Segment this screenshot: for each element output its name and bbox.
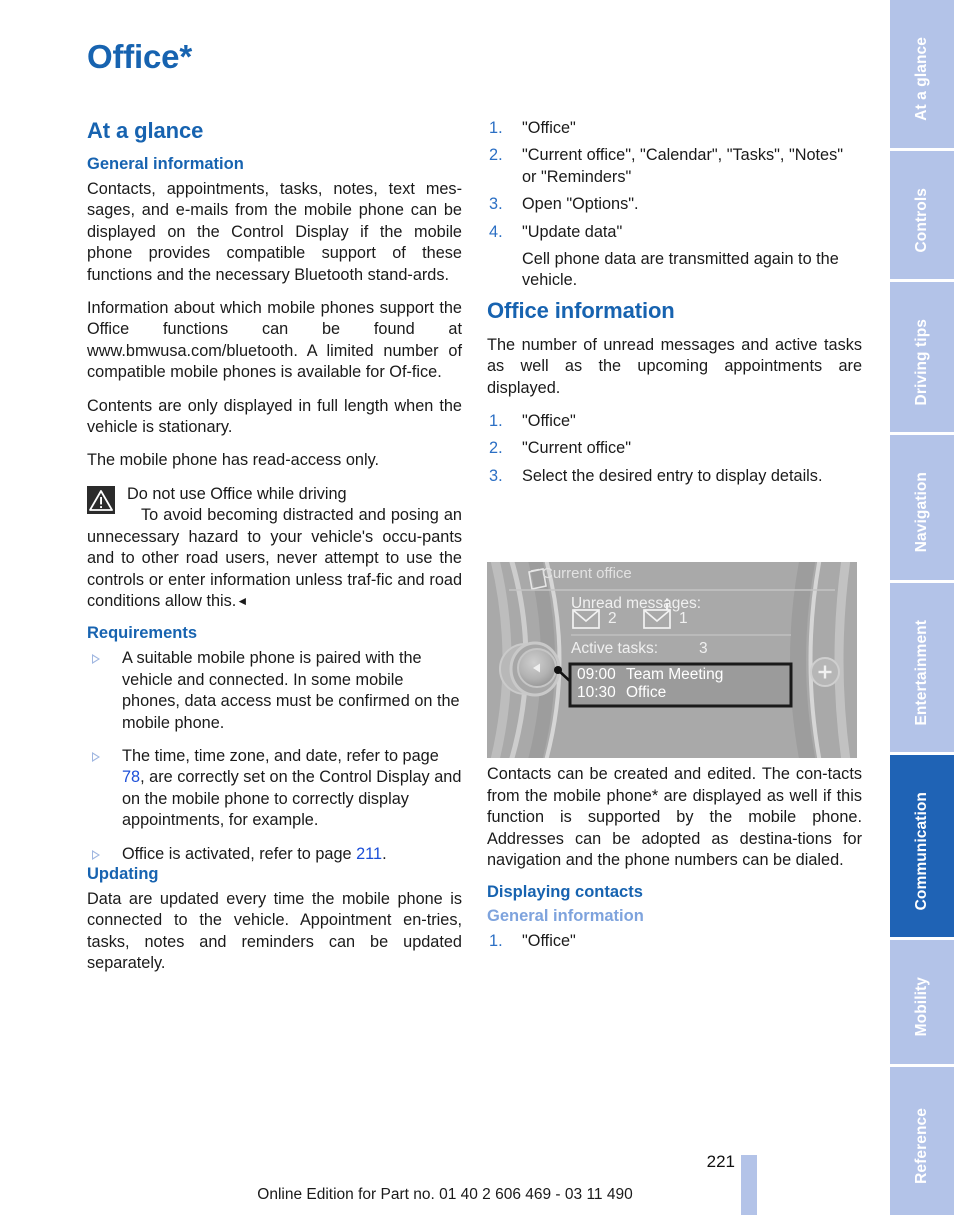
updating-step-item: Cell phone data are transmitted again to…: [522, 250, 839, 290]
updating-step-item: "Current office", "Calendar", "Tasks", "…: [489, 145, 844, 186]
subsection-heading-requirements: Requirements: [87, 624, 198, 643]
updating-step-item: Open "Options".: [489, 194, 639, 216]
display-appointment-title-0: Team Meeting: [626, 666, 724, 683]
sidebar-tab-mobility[interactable]: Mobility: [890, 940, 954, 1064]
paragraph-contacts: Contacts can be created and edited. The …: [487, 765, 862, 869]
section-heading-at-a-glance: At a glance: [87, 118, 204, 143]
subsection-heading-general-information: General information: [87, 155, 244, 173]
warning-block: Do not use Office while driving To avoid…: [87, 484, 462, 612]
warning-body: To avoid becoming distracted and posing …: [87, 505, 462, 612]
sidebar-tab-label: Reference: [913, 1107, 931, 1184]
office-information-step-item: Select the desired entry to display deta…: [489, 466, 823, 488]
triangle-bullet-icon: [92, 751, 100, 762]
display-active-tasks-count: 3: [699, 640, 708, 657]
requirement-text-after: , are correctly set on the Control Displ…: [122, 768, 462, 830]
updating-step-item: "Update data": [489, 222, 623, 244]
idrive-display-figure: Current office Unread messages: 2 1 Acti…: [487, 562, 857, 758]
chapter-tabs-sidebar: At a glance Controls Driving tips Navigatio…: [890, 0, 954, 1215]
paragraph-general-3: Contents are only displayed in full leng…: [87, 396, 462, 437]
subsection-heading-updating: Updating: [87, 864, 159, 883]
sidebar-tab-label: Navigation: [913, 472, 931, 553]
paragraph-general-2: Information about which mobile phones su…: [87, 299, 462, 382]
sidebar-tab-label: Controls: [913, 187, 931, 253]
sidebar-tab-label: Driving tips: [913, 319, 931, 406]
page-edge-bar: [741, 1155, 757, 1215]
sidebar-tab-communication[interactable]: Communication: [890, 755, 954, 938]
page-reference-link[interactable]: 78: [122, 768, 140, 786]
left-column: At a glance General information Contacts…: [87, 118, 462, 975]
page-title: Office*: [87, 38, 192, 75]
page-reference-link[interactable]: 211: [356, 845, 382, 863]
office-information-step-item: "Office": [489, 411, 576, 433]
warning-end-mark: ◄: [236, 593, 249, 608]
display-appointment-time-0: 09:00: [577, 666, 616, 683]
subsection-heading-displaying-general-information: General information: [487, 907, 644, 926]
triangle-bullet-icon: [92, 849, 100, 860]
paragraph-office-information: The number of unread messages and active…: [487, 335, 862, 397]
updating-step-item: "Office": [489, 118, 576, 140]
paragraph-updating: Data are updated every time the mobile p…: [87, 889, 462, 973]
office-information-steps-list: "Office" "Current office" Select the desir…: [487, 411, 862, 488]
sidebar-tab-controls[interactable]: Controls: [890, 150, 954, 280]
sidebar-tab-label: At a glance: [913, 36, 931, 121]
requirement-text: A suitable mobile phone is paired with t…: [122, 649, 460, 732]
sidebar-tab-navigation[interactable]: Navigation: [890, 435, 954, 580]
triangle-bullet-icon: [92, 654, 100, 665]
warning-triangle-icon: [87, 485, 115, 514]
warning-title: Do not use Office while driving: [127, 484, 347, 503]
sidebar-tab-reference[interactable]: Reference: [890, 1066, 954, 1215]
display-appointment-title-1: Office: [626, 684, 667, 701]
sidebar-tab-entertainment[interactable]: Entertainment: [890, 582, 954, 752]
page-number: 221: [706, 1152, 735, 1171]
requirement-item: Office is activated, refer to page 211.: [87, 844, 462, 865]
display-unread-count-1: 2: [608, 610, 617, 627]
requirement-item: A suitable mobile phone is paired with t…: [87, 648, 462, 734]
right-column: "Office" "Current office", "Calendar", "T…: [487, 118, 862, 959]
display-appointment-time-1: 10:30: [577, 684, 616, 701]
requirement-text-after: .: [382, 844, 387, 863]
displaying-contacts-steps-list: "Office": [487, 931, 862, 953]
paragraph-general-4: The mobile phone has read-access only.: [87, 451, 380, 470]
display-header-title: Current office: [542, 565, 632, 582]
requirement-text: Office is activated, refer to page: [122, 844, 357, 863]
section-heading-office-information: Office information: [487, 297, 675, 323]
sidebar-tab-label: Communication: [913, 791, 931, 911]
warning-body-text: To avoid becoming distracted and posing …: [87, 506, 462, 610]
sidebar-tab-label: Entertainment: [913, 619, 931, 726]
display-unread-count-2: 1: [679, 610, 688, 627]
sidebar-tab-at-a-glance[interactable]: At a glance: [890, 0, 954, 148]
sidebar-tab-driving-tips[interactable]: Driving tips: [890, 282, 954, 433]
updating-steps-list: "Office" "Current office", "Calendar", "T…: [487, 118, 862, 292]
page-content: Office* At a glance General information …: [0, 0, 890, 1215]
manual-page: Office* At a glance General information …: [0, 0, 954, 1215]
sidebar-tab-label: Mobility: [913, 977, 931, 1037]
subsection-heading-displaying-contacts: Displaying contacts: [487, 883, 643, 902]
display-active-tasks-label: Active tasks:: [571, 640, 658, 657]
paragraph-general-1: Contacts, appointments, tasks, notes, te…: [87, 180, 462, 284]
requirement-item: The time, time zone, and date, refer to …: [87, 746, 462, 832]
requirement-text: The time, time zone, and date, refer to …: [122, 746, 439, 765]
displaying-contacts-step-item: "Office": [489, 931, 576, 953]
requirements-list: A suitable mobile phone is paired with t…: [87, 648, 462, 865]
office-information-step-item: "Current office": [489, 438, 631, 460]
